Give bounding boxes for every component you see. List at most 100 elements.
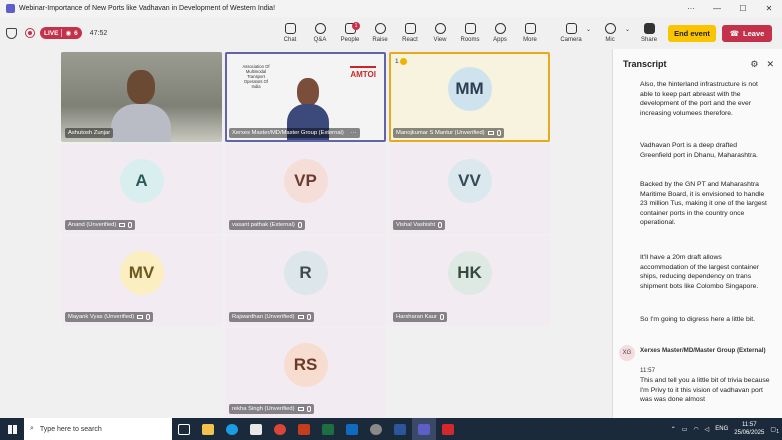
mic-chevron-down-icon[interactable]: ⌄ — [625, 26, 630, 33]
participant-tile-presenter[interactable]: Association Of Multimodal Transport Oper… — [225, 52, 386, 142]
hand-icon — [399, 58, 407, 65]
clock[interactable]: 11:57 25/06/2025 — [734, 421, 764, 437]
share-button[interactable]: Share — [634, 23, 664, 43]
mic-off-icon — [439, 314, 444, 320]
slide-text: Association Of Multimodal Transport Oper… — [242, 64, 270, 89]
end-event-button[interactable]: End event — [668, 25, 716, 42]
avatar: R — [283, 251, 328, 295]
settings-app-icon[interactable] — [364, 418, 388, 440]
live-badge[interactable]: LIVE ◉ 6 — [40, 27, 82, 39]
avatar: MM — [447, 67, 492, 111]
teams-icon — [6, 4, 15, 13]
participant-tile[interactable]: Ashutosh Zunjar — [61, 52, 222, 142]
task-view-icon[interactable] — [172, 418, 196, 440]
participant-name: Xerxes Master/MD/Master Group (External)… — [229, 128, 360, 138]
apps-icon — [494, 23, 506, 34]
participant-tile[interactable]: HK Harsharan Kaur — [389, 236, 550, 326]
transcript-paragraph: Backed by the GN PT and Maharashtra Mari… — [640, 181, 767, 227]
participant-video — [111, 70, 171, 142]
minimize-button[interactable]: — — [704, 4, 730, 13]
word-icon[interactable] — [388, 418, 412, 440]
camera-off-icon — [297, 407, 304, 411]
more-icon — [524, 23, 536, 34]
toolbar-button-chat[interactable]: Chat — [275, 17, 305, 49]
outlook-icon[interactable] — [340, 418, 364, 440]
avatar: A — [119, 159, 164, 203]
acrobat-icon[interactable] — [436, 418, 460, 440]
participant-tile[interactable]: A Anand (Unverified) — [61, 144, 222, 234]
avatar: MV — [119, 251, 164, 295]
toolbar-button-more[interactable]: More — [515, 17, 545, 49]
toolbar-button-apps[interactable]: Apps — [485, 17, 515, 49]
toolbar-button-qa[interactable]: Q&A — [305, 17, 335, 49]
chat-icon — [284, 23, 296, 34]
transcript-paragraph: This and tell you a little bit of trivia… — [640, 377, 770, 404]
teams-taskbar-icon[interactable] — [412, 418, 436, 440]
camera-off-icon — [487, 131, 494, 135]
store-icon[interactable] — [244, 418, 268, 440]
excel-icon[interactable] — [316, 418, 340, 440]
volume-icon[interactable]: ◁ — [705, 426, 710, 433]
raised-hand-badge: 1 — [395, 58, 407, 65]
meeting-toolbar: LIVE ◉ 6 47:52 Chat Q&A People 1 Raise React V… — [0, 17, 782, 49]
recording-icon[interactable] — [25, 28, 35, 38]
eye-icon: ◉ — [65, 30, 72, 37]
close-icon[interactable]: ✕ — [766, 59, 774, 70]
chrome-icon[interactable] — [268, 418, 292, 440]
start-button[interactable] — [0, 418, 24, 440]
toolbar-button-raise[interactable]: Raise — [365, 17, 395, 49]
mic-off-icon — [297, 222, 302, 228]
rooms-icon — [464, 23, 476, 34]
participant-tile[interactable]: VP vasant pathak (External) — [225, 144, 386, 234]
title-bar: Webinar-Importance of New Ports like Vad… — [0, 0, 782, 17]
notifications-icon[interactable]: ▢ 1 — [770, 426, 779, 435]
wifi-icon[interactable]: ◠ — [693, 426, 698, 433]
transcript-panel: Transcript ⚙ ✕ Also, the hinterland infr… — [612, 49, 782, 418]
window-title: Webinar-Importance of New Ports like Vad… — [19, 5, 276, 12]
transcript-paragraph: Vadhavan Port is a deep drafted Greenfie… — [640, 142, 758, 159]
powerpoint-icon[interactable] — [292, 418, 316, 440]
file-explorer-icon[interactable] — [196, 418, 220, 440]
participant-tile[interactable]: 1 MM Manojkumar S Mantur (Unverified) — [389, 52, 550, 142]
participant-tile[interactable]: R Rajwardhan (Unverified) — [225, 236, 386, 326]
participant-tile[interactable]: MV Mayank Vyas (Unverified) — [61, 236, 222, 326]
shield-icon[interactable] — [6, 27, 17, 39]
camera-chevron-down-icon[interactable]: ⌄ — [586, 26, 591, 33]
taskbar-search[interactable]: ⌕ Type here to search — [24, 418, 172, 440]
language-indicator[interactable]: ENG — [715, 426, 728, 432]
participant-tile[interactable]: RS rekha Singh (Unverified) — [225, 328, 386, 418]
camera-off-icon — [119, 223, 126, 227]
smile-icon — [404, 23, 416, 34]
maximize-button[interactable]: ☐ — [730, 4, 756, 13]
avatar: VP — [283, 159, 328, 203]
edge-icon[interactable] — [220, 418, 244, 440]
mic-off-icon — [306, 314, 311, 320]
qa-icon — [314, 23, 326, 34]
avatar: VV — [447, 159, 492, 203]
speaker-time: 11:57 — [640, 367, 656, 374]
speaker-name: Xerxes Master/MD/Master Group (External) — [640, 347, 766, 354]
network-icon[interactable]: ▭ — [682, 426, 688, 433]
mic-button[interactable]: Mic — [595, 23, 625, 43]
participant-name: Manojkumar S Mantur (Unverified) — [393, 128, 504, 138]
close-button[interactable]: ✕ — [756, 4, 782, 13]
toolbar-button-view[interactable]: View — [425, 17, 455, 49]
toolbar-button-people[interactable]: People 1 — [335, 17, 365, 49]
participant-name: Rajwardhan (Unverified) — [229, 312, 314, 322]
taskbar: ⌕ Type here to search ⌃ ▭ ◠ ◁ ENG 11:57 … — [0, 418, 782, 440]
chevron-up-icon[interactable]: ⌃ — [671, 426, 676, 433]
leave-button[interactable]: ☎ Leave — [722, 25, 772, 42]
participant-name: rekha Singh (Unverified) — [229, 404, 314, 414]
participant-tile[interactable]: VV Vishal Vashisht — [389, 144, 550, 234]
elapsed-time: 47:52 — [89, 29, 108, 37]
camera-button[interactable]: Camera — [556, 23, 586, 43]
search-icon: ⌕ — [30, 425, 34, 432]
more-options-icon[interactable]: ··· — [678, 4, 704, 13]
participant-name: vasant pathak (External) — [229, 220, 305, 230]
toolbar-button-rooms[interactable]: Rooms — [455, 17, 485, 49]
transcript-settings-icon[interactable]: ⚙ — [750, 59, 758, 70]
grid-icon — [434, 23, 446, 34]
toolbar-button-react[interactable]: React — [395, 17, 425, 49]
transcript-paragraph: So I'm going to digress here a little bi… — [640, 316, 756, 323]
people-count-badge: 1 — [352, 22, 360, 30]
